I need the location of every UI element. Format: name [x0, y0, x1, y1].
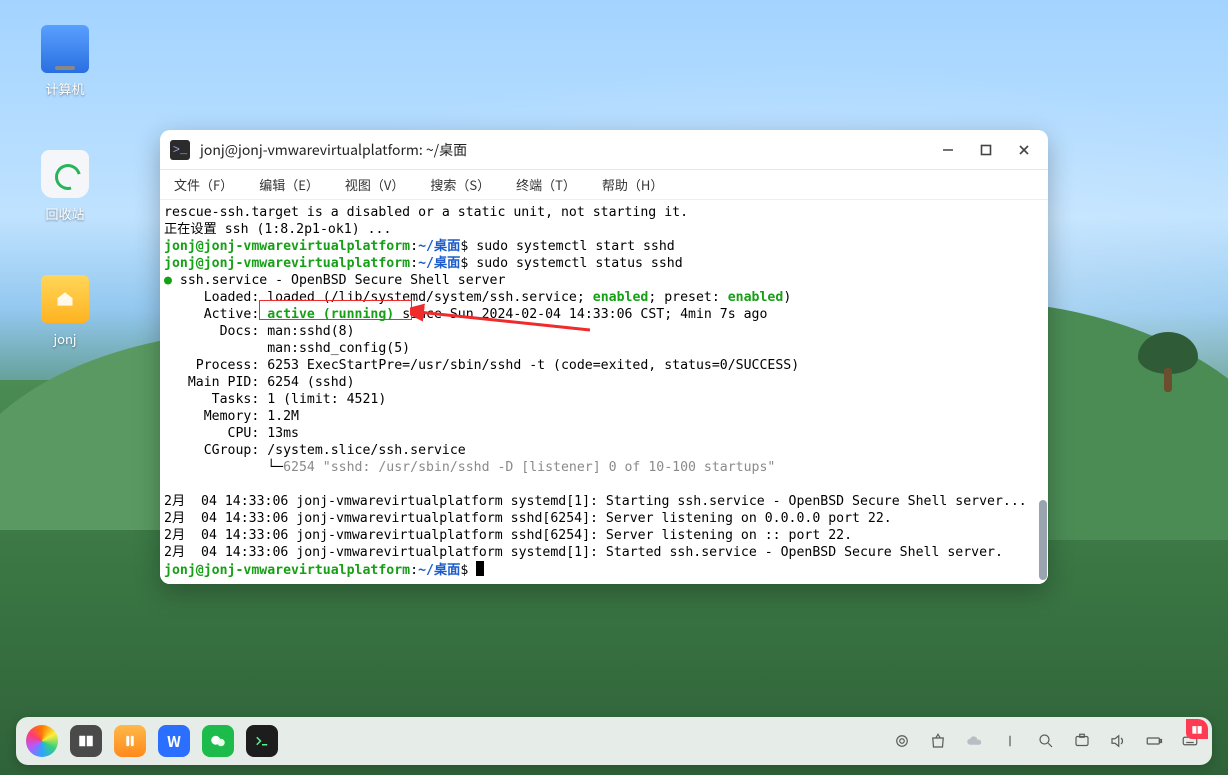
term-cmd: sudo systemctl start sshd	[468, 239, 674, 254]
term-line: since Sun 2024-02-04 14:33:06 CST; 4min …	[394, 307, 767, 322]
tray-search-icon[interactable]	[1034, 729, 1058, 753]
desktop-icon-home-folder[interactable]: jonj	[20, 275, 110, 348]
term-enabled: enabled	[728, 290, 784, 305]
term-line: 2月 04 14:33:06 jonj-vmwarevirtualplatfor…	[164, 528, 852, 543]
term-line: Process: 6253 ExecStartPre=/usr/sbin/ssh…	[164, 358, 799, 373]
term-cmd: sudo systemctl status sshd	[468, 256, 682, 271]
menu-file[interactable]: 文件（F）	[172, 171, 235, 198]
desktop-icon-label: 回收站	[20, 204, 110, 223]
term-line: Loaded: loaded (/lib/systemd/system/ssh.…	[164, 290, 593, 305]
term-line: Main PID: 6254 (sshd)	[164, 375, 355, 390]
menu-edit[interactable]: 编辑（E）	[257, 171, 321, 198]
scrollbar-thumb[interactable]	[1039, 500, 1047, 580]
prompt-user-host: jonj@jonj-vmwarevirtualplatform	[164, 563, 410, 578]
status-dot-icon: ●	[164, 273, 172, 288]
tray-separator	[998, 729, 1022, 753]
tray-store-icon[interactable]	[926, 729, 950, 753]
term-line: ssh.service - OpenBSD Secure Shell serve…	[172, 273, 505, 288]
taskbar: W	[16, 717, 1212, 765]
desktop-icon-label: 计算机	[20, 79, 110, 98]
taskbar-wps-button[interactable]: W	[158, 725, 190, 757]
tray-battery-icon[interactable]	[1142, 729, 1166, 753]
taskbar-terminal-button[interactable]	[246, 725, 278, 757]
term-line: rescue-ssh.target is a disabled or a sta…	[164, 205, 688, 220]
trash-icon	[41, 150, 89, 198]
tray-screenshot-icon[interactable]	[1070, 729, 1094, 753]
computer-icon	[41, 25, 89, 73]
wallpaper-tree	[1138, 332, 1198, 392]
term-line: )	[783, 290, 791, 305]
tray-volume-icon[interactable]	[1106, 729, 1130, 753]
prompt-cwd: ~/桌面	[418, 256, 460, 271]
menu-help[interactable]: 帮助（H）	[600, 171, 665, 198]
term-line: ; preset:	[648, 290, 727, 305]
prompt-sym: $	[460, 563, 468, 578]
term-line: CGroup: /system.slice/ssh.service	[164, 443, 466, 458]
taskbar-launcher-button[interactable]	[26, 725, 58, 757]
menu-search[interactable]: 搜索（S）	[428, 171, 492, 198]
tray-cloud-icon[interactable]	[962, 729, 986, 753]
menu-view[interactable]: 视图（V）	[343, 171, 406, 198]
minimize-button[interactable]	[934, 136, 962, 164]
prompt-sep: :	[410, 563, 418, 578]
prompt-user-host: jonj@jonj-vmwarevirtualplatform	[164, 239, 410, 254]
prompt-cwd: ~/桌面	[418, 563, 460, 578]
window-menubar: 文件（F） 编辑（E） 视图（V） 搜索（S） 终端（T） 帮助（H）	[160, 170, 1048, 200]
term-enabled: enabled	[593, 290, 649, 305]
term-line: Docs: man:sshd(8)	[164, 324, 355, 339]
term-line: man:sshd_config(5)	[164, 341, 410, 356]
term-active-status: active (running)	[267, 307, 394, 322]
term-line: Memory: 1.2M	[164, 409, 299, 424]
term-line: 2月 04 14:33:06 jonj-vmwarevirtualplatfor…	[164, 494, 1027, 509]
taskbar-file-manager-button[interactable]	[114, 725, 146, 757]
term-line: Active:	[164, 307, 267, 322]
term-line: CPU: 13ms	[164, 426, 299, 441]
folder-home-icon	[41, 275, 89, 323]
terminal-cursor	[476, 561, 484, 576]
maximize-button[interactable]	[972, 136, 1000, 164]
terminal-output[interactable]: rescue-ssh.target is a disabled or a sta…	[160, 200, 1038, 582]
prompt-cwd: ~/桌面	[418, 239, 460, 254]
wps-icon-label: W	[167, 731, 181, 752]
desktop-icon-trash[interactable]: 回收站	[20, 150, 110, 223]
term-line: └─	[164, 460, 283, 475]
window-titlebar[interactable]: >_ jonj@jonj-vmwarevirtualplatform: ~/桌面	[160, 130, 1048, 170]
menu-terminal[interactable]: 终端（T）	[514, 171, 578, 198]
taskbar-notification-badge[interactable]	[1186, 719, 1208, 739]
tray-ai-icon[interactable]	[890, 729, 914, 753]
term-line: Tasks: 1 (limit: 4521)	[164, 392, 386, 407]
term-cgroup-child: 6254 "sshd: /usr/sbin/sshd -D [listener]…	[283, 460, 775, 475]
desktop-icon-computer[interactable]: 计算机	[20, 25, 110, 98]
gift-icon	[1190, 722, 1204, 736]
prompt-sep: :	[410, 256, 418, 271]
term-line: 2月 04 14:33:06 jonj-vmwarevirtualplatfor…	[164, 545, 1003, 560]
window-title: jonj@jonj-vmwarevirtualplatform: ~/桌面	[200, 140, 924, 160]
prompt-user-host: jonj@jonj-vmwarevirtualplatform	[164, 256, 410, 271]
taskbar-wechat-button[interactable]	[202, 725, 234, 757]
taskbar-multitask-button[interactable]	[70, 725, 102, 757]
desktop-icon-label: jonj	[20, 329, 110, 348]
term-line: 2月 04 14:33:06 jonj-vmwarevirtualplatfor…	[164, 511, 892, 526]
prompt-sep: :	[410, 239, 418, 254]
close-button[interactable]	[1010, 136, 1038, 164]
term-line: 正在设置 ssh (1:8.2p1-ok1) ...	[164, 222, 391, 237]
terminal-app-icon: >_	[170, 140, 190, 160]
terminal-window: >_ jonj@jonj-vmwarevirtualplatform: ~/桌面…	[160, 130, 1048, 584]
